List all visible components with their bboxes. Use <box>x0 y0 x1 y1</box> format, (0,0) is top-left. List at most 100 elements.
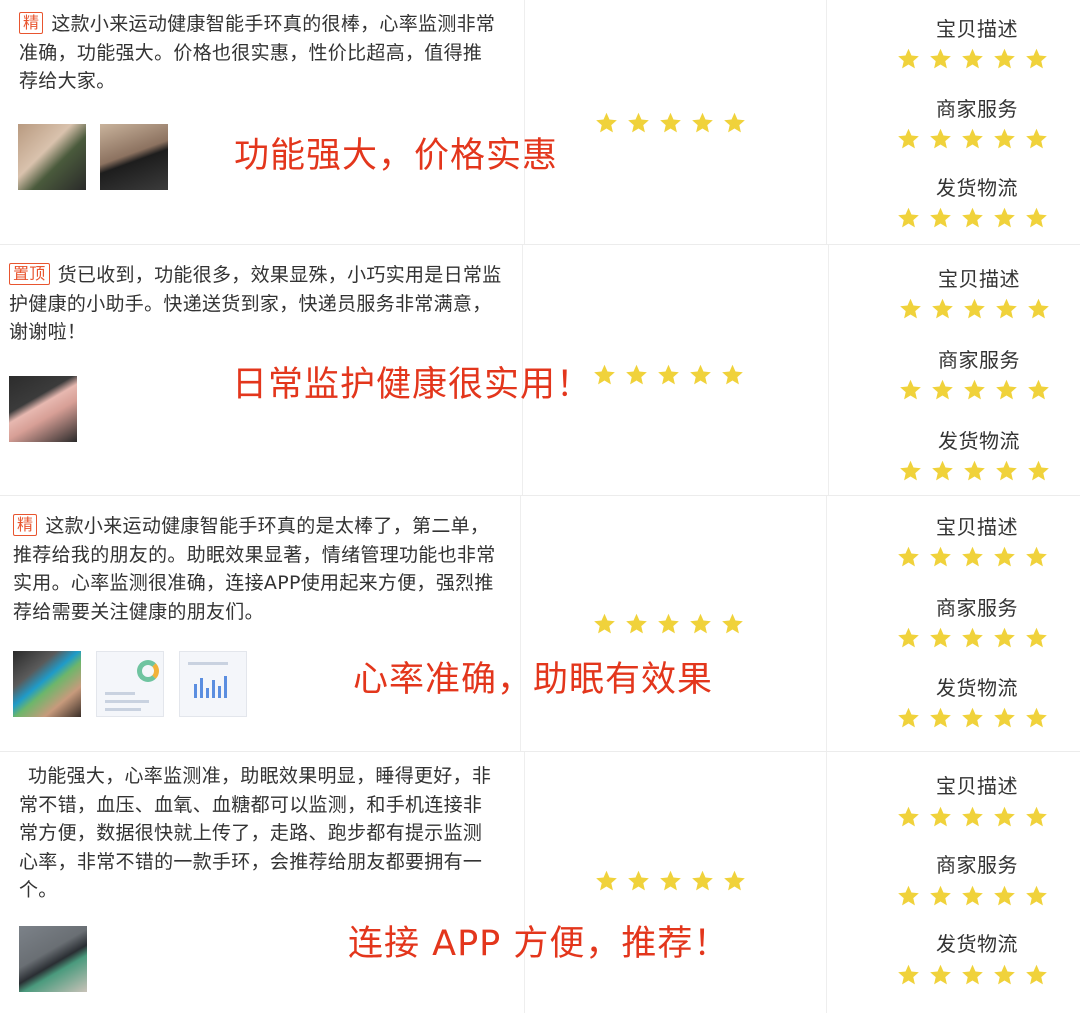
review-photo[interactable] <box>96 651 164 717</box>
star-icon <box>593 364 616 386</box>
star-icon <box>1025 964 1048 986</box>
star-icon <box>1025 707 1048 729</box>
star-icon <box>657 364 680 386</box>
review-photo[interactable] <box>18 124 86 190</box>
review-card: 功能强大，心率监测准，助眠效果明显，睡得更好，非常不错，血压、血氧、血糖都可以监… <box>0 752 1080 1013</box>
review-text: 置顶 货已收到，功能很多，效果显殊，小巧实用是日常监护健康的小助手。快递送货到家，… <box>9 261 509 347</box>
star-icon <box>961 806 984 828</box>
review-photo[interactable] <box>13 651 81 717</box>
star-icon <box>659 870 682 892</box>
star-icon <box>1025 627 1048 649</box>
star-icon <box>625 364 648 386</box>
star-icon <box>897 964 920 986</box>
app-screenshot-line <box>105 692 135 695</box>
star-icon <box>961 128 984 150</box>
star-icon <box>723 112 746 134</box>
star-icon <box>691 870 714 892</box>
review-photo[interactable] <box>9 376 77 442</box>
star-icon <box>897 207 920 229</box>
service-rating-label: 商家服务 <box>936 97 1018 121</box>
star-icon <box>993 707 1016 729</box>
app-screenshot-line <box>105 700 149 703</box>
star-icon <box>899 460 922 482</box>
app-screenshot-bar <box>218 686 221 698</box>
review-text: 精这款小来运动健康智能手环真的是太棒了，第二单，推荐给我的朋友的。助眠效果显著，… <box>13 512 498 626</box>
star-icon <box>993 627 1016 649</box>
description-rating-label: 宝贝描述 <box>936 515 1018 539</box>
star-icon <box>993 207 1016 229</box>
featured-badge: 精 <box>19 12 44 34</box>
star-icon <box>929 806 952 828</box>
star-icon <box>723 870 746 892</box>
review-card: 精这款小来运动健康智能手环真的是太棒了，第二单，推荐给我的朋友的。助眠效果显著，… <box>0 496 1080 752</box>
star-icon <box>931 460 954 482</box>
shipping-rating-stars <box>897 707 1048 729</box>
review-body: 功能强大，心率监测准，助眠效果明显，睡得更好，非常不错，血压、血氧、血糖都可以监… <box>19 765 492 901</box>
featured-badge: 精 <box>13 514 38 536</box>
star-icon <box>995 298 1018 320</box>
star-icon <box>689 613 712 635</box>
app-screenshot-bar <box>194 684 197 698</box>
star-icon <box>993 806 1016 828</box>
column-divider <box>524 0 525 244</box>
star-icon <box>593 613 616 635</box>
star-icon <box>993 48 1016 70</box>
app-screenshot-line <box>188 662 228 665</box>
app-screenshot-bar <box>200 678 203 698</box>
star-icon <box>1027 460 1050 482</box>
star-icon <box>691 112 714 134</box>
review-text: 功能强大，心率监测准，助眠效果明显，睡得更好，非常不错，血压、血氧、血糖都可以监… <box>19 762 499 905</box>
review-headline: 心率准确，助眠有效果 <box>353 660 714 700</box>
star-icon <box>627 112 650 134</box>
description-rating-label: 宝贝描述 <box>938 267 1020 291</box>
star-icon <box>963 460 986 482</box>
star-icon <box>929 707 952 729</box>
star-icon <box>897 707 920 729</box>
star-icon <box>963 379 986 401</box>
star-icon <box>1027 379 1050 401</box>
description-rating-label: 宝贝描述 <box>936 774 1018 798</box>
star-icon <box>689 364 712 386</box>
star-icon <box>1025 885 1048 907</box>
star-icon <box>595 112 618 134</box>
review-body: 这款小来运动健康智能手环真的很棒，心率监测非常准确，功能强大。价格也很实惠，性价… <box>19 13 496 92</box>
star-icon <box>625 613 648 635</box>
star-icon <box>961 48 984 70</box>
review-photo[interactable] <box>179 651 247 717</box>
description-rating-stars <box>897 48 1048 70</box>
star-icon <box>1025 546 1048 568</box>
star-icon <box>897 806 920 828</box>
star-icon <box>897 885 920 907</box>
service-rating-label: 商家服务 <box>938 348 1020 372</box>
star-icon <box>961 546 984 568</box>
star-icon <box>961 885 984 907</box>
review-card: 置顶 货已收到，功能很多，效果显殊，小巧实用是日常监护健康的小助手。快递送货到家，… <box>0 245 1080 496</box>
shipping-rating-label: 发货物流 <box>936 176 1018 200</box>
star-icon <box>1025 128 1048 150</box>
shipping-rating-label: 发货物流 <box>938 429 1020 453</box>
star-icon <box>929 885 952 907</box>
star-icon <box>659 112 682 134</box>
service-rating-label: 商家服务 <box>936 596 1018 620</box>
service-rating-stars <box>897 885 1048 907</box>
shipping-rating-label: 发货物流 <box>936 676 1018 700</box>
star-icon <box>1027 298 1050 320</box>
star-icon <box>995 460 1018 482</box>
pinned-badge: 置顶 <box>9 263 50 285</box>
description-rating-label: 宝贝描述 <box>936 17 1018 41</box>
star-icon <box>993 964 1016 986</box>
review-photo[interactable] <box>100 124 168 190</box>
star-icon <box>929 546 952 568</box>
overall-rating-stars <box>593 613 744 635</box>
star-icon <box>721 364 744 386</box>
review-photo[interactable] <box>19 926 87 992</box>
app-screenshot-bar <box>224 676 227 698</box>
app-screenshot-bar <box>206 688 209 698</box>
review-headline: 日常监护健康很实用！ <box>232 365 593 405</box>
review-card: 精这款小来运动健康智能手环真的很棒，心率监测非常准确，功能强大。价格也很实惠，性… <box>0 0 1080 245</box>
star-icon <box>899 298 922 320</box>
star-icon <box>995 379 1018 401</box>
star-icon <box>961 964 984 986</box>
star-icon <box>657 613 680 635</box>
star-icon <box>897 546 920 568</box>
